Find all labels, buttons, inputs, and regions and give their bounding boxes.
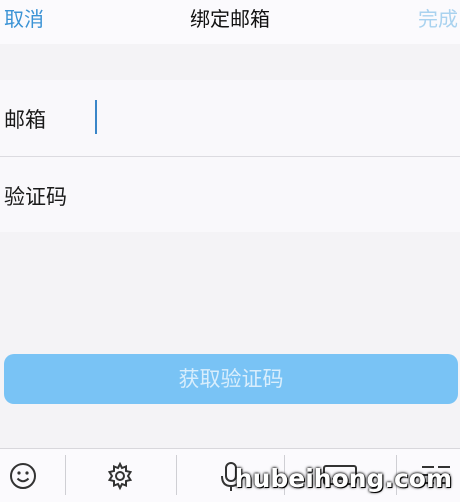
page-title: 绑定邮箱: [190, 7, 270, 31]
navigation-bar: 取消 绑定邮箱 完成: [0, 0, 460, 44]
done-button[interactable]: 完成: [418, 3, 458, 32]
toolbar-separator: [176, 455, 177, 495]
email-input[interactable]: [100, 98, 454, 140]
gear-icon[interactable]: [105, 461, 135, 491]
verification-code-input[interactable]: [100, 175, 454, 217]
get-verification-code-button[interactable]: 获取验证码: [4, 354, 458, 404]
email-label: 邮箱: [4, 108, 46, 132]
toolbar-separator: [65, 455, 66, 495]
email-row[interactable]: 邮箱: [0, 80, 460, 156]
bind-email-form: 邮箱 验证码: [0, 80, 460, 232]
verification-code-row[interactable]: 验证码: [0, 157, 460, 233]
watermark: hubeihong.com: [234, 464, 452, 493]
emoji-icon[interactable]: [8, 461, 38, 491]
verification-code-label: 验证码: [4, 185, 67, 209]
text-caret: [95, 100, 97, 134]
